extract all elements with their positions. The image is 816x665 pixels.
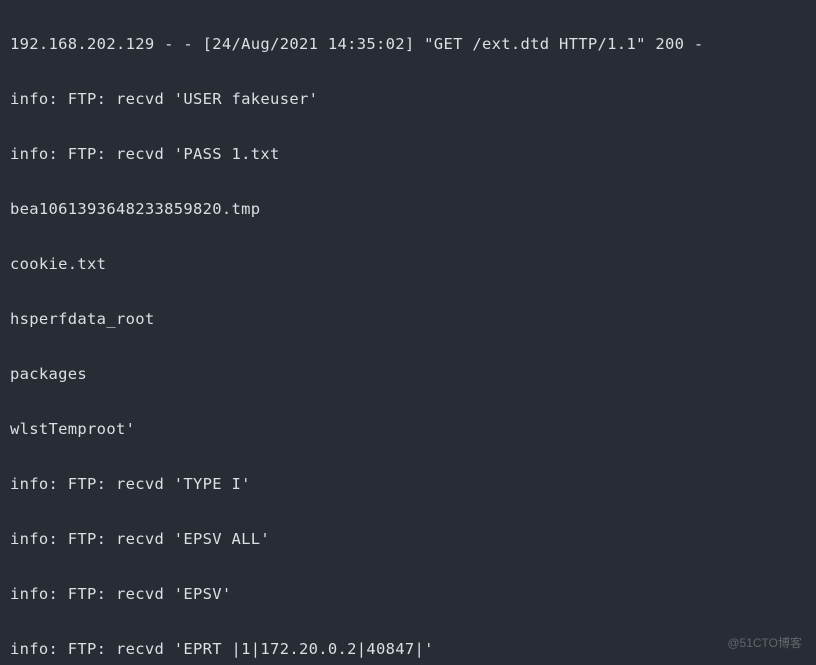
log-line: wlstTemproot': [10, 416, 806, 444]
terminal-output: 192.168.202.129 - - [24/Aug/2021 14:35:0…: [0, 0, 816, 665]
log-line: 192.168.202.129 - - [24/Aug/2021 14:35:0…: [10, 31, 806, 59]
ip-address: 192.168.202.129: [10, 35, 154, 53]
log-line: info: FTP: recvd 'EPSV ALL': [10, 526, 806, 554]
log-line: info: FTP: recvd 'USER fakeuser': [10, 86, 806, 114]
log-line: bea1061393648233859820.tmp: [10, 196, 806, 224]
log-line: packages: [10, 361, 806, 389]
log-line: info: FTP: recvd 'PASS 1.txt: [10, 141, 806, 169]
log-line: hsperfdata_root: [10, 306, 806, 334]
log-line: info: FTP: recvd 'EPSV': [10, 581, 806, 609]
log-line: cookie.txt: [10, 251, 806, 279]
log-text: - - [24/Aug/2021 14:35:02] "GET /ext.dtd…: [154, 35, 703, 53]
watermark: @51CTO博客: [727, 630, 802, 658]
log-line: info: FTP: recvd 'EPRT |1|172.20.0.2|408…: [10, 636, 806, 664]
log-line: info: FTP: recvd 'TYPE I': [10, 471, 806, 499]
